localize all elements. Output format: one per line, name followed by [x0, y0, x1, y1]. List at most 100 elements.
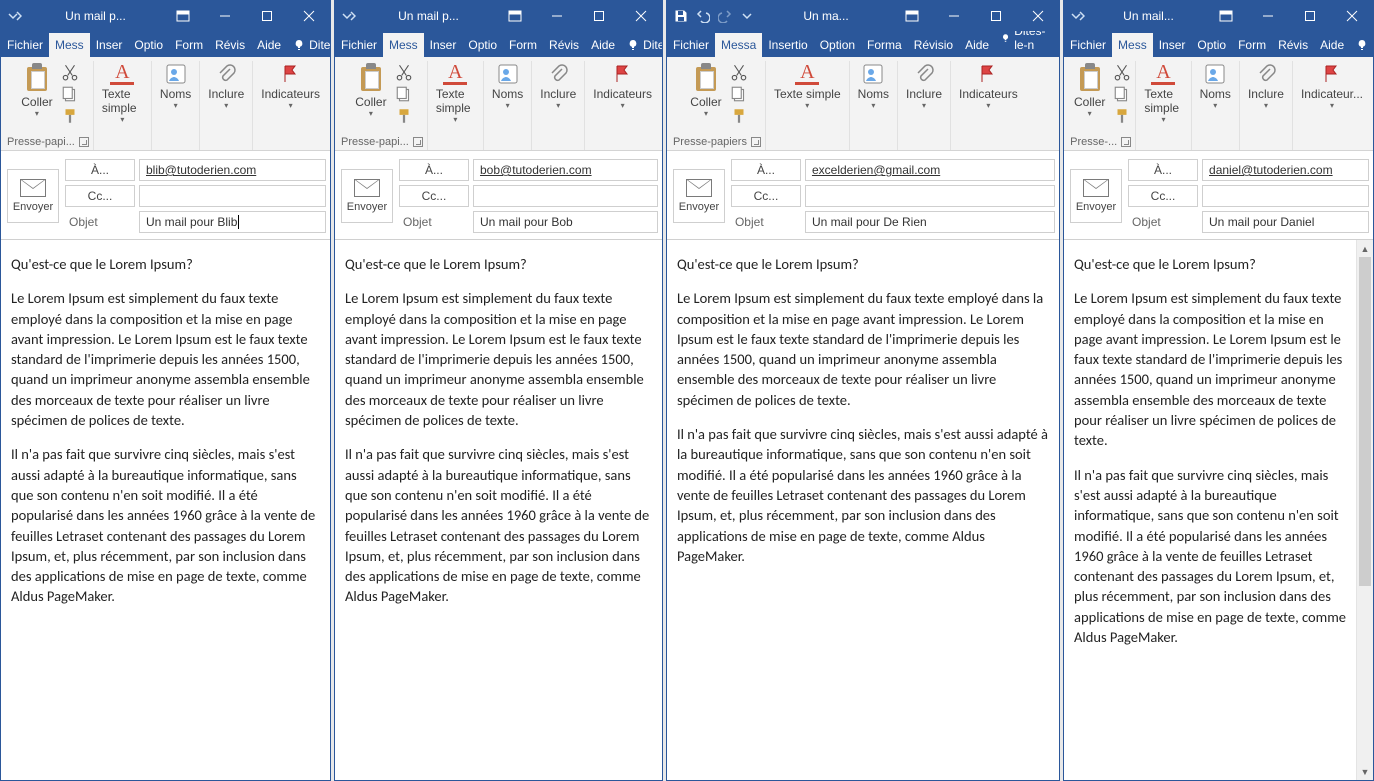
tab-message[interactable]: Mess	[383, 33, 424, 57]
clipboard-launcher[interactable]	[413, 137, 423, 147]
scroll-up-button[interactable]: ▲	[1357, 240, 1373, 257]
redo-icon[interactable]	[717, 8, 733, 24]
tab-fichier[interactable]: Fichier	[1064, 33, 1112, 57]
cut-button[interactable]	[730, 63, 748, 81]
subject-field[interactable]: Un mail pour Bob	[473, 211, 658, 233]
tab-message[interactable]: Mess	[49, 33, 90, 57]
title-bar[interactable]: Un mail p...	[1, 1, 330, 31]
minimize-button[interactable]	[933, 1, 975, 31]
scroll-down-button[interactable]: ▼	[1357, 763, 1373, 780]
tab-revision[interactable]: Révis	[209, 33, 251, 57]
tab-revision[interactable]: Révis	[543, 33, 585, 57]
qat-more-icon[interactable]	[7, 8, 23, 24]
basic-text-button[interactable]: ATexte simple▾	[98, 61, 147, 126]
cc-button[interactable]: Cc...	[65, 185, 135, 207]
tab-insertion[interactable]: Insertio	[762, 33, 813, 57]
tab-format[interactable]: Form	[169, 33, 209, 57]
minimize-button[interactable]	[1247, 1, 1289, 31]
tab-message[interactable]: Mess	[1112, 33, 1153, 57]
title-bar[interactable]: Un mail p...	[335, 1, 662, 31]
maximize-button[interactable]	[1289, 1, 1331, 31]
to-field[interactable]: daniel@tutoderien.com	[1202, 159, 1369, 181]
basic-text-button[interactable]: ATexte simple▾	[432, 61, 479, 126]
to-button[interactable]: À...	[731, 159, 801, 181]
to-button[interactable]: À...	[1128, 159, 1198, 181]
subject-field[interactable]: Un mail pour Daniel	[1202, 211, 1369, 233]
names-button[interactable]: Noms▾	[488, 61, 527, 112]
tab-fichier[interactable]: Fichier	[335, 33, 383, 57]
message-body[interactable]: Qu'est-ce que le Lorem Ipsum? Le Lorem I…	[1, 240, 330, 780]
format-painter-button[interactable]	[730, 107, 748, 125]
message-body[interactable]: Qu'est-ce que le Lorem Ipsum? Le Lorem I…	[335, 240, 662, 780]
cc-field[interactable]	[139, 185, 326, 207]
indicators-button[interactable]: Indicateurs▾	[589, 61, 656, 112]
names-button[interactable]: Noms▾	[156, 61, 195, 112]
ribbon-display-button[interactable]	[494, 1, 536, 31]
format-painter-button[interactable]	[1113, 107, 1131, 125]
to-field[interactable]: bob@tutoderien.com	[473, 159, 658, 181]
include-button[interactable]: Inclure▾	[204, 61, 248, 112]
send-button[interactable]: Envoyer	[673, 169, 725, 223]
tab-options[interactable]: Optio	[1191, 33, 1232, 57]
clipboard-launcher[interactable]	[751, 137, 761, 147]
copy-button[interactable]	[730, 85, 748, 103]
paste-button[interactable]: Coller▾	[686, 61, 725, 120]
indicators-button[interactable]: Indicateurs▾	[955, 61, 1022, 112]
maximize-button[interactable]	[578, 1, 620, 31]
message-body[interactable]: Qu'est-ce que le Lorem Ipsum? Le Lorem I…	[667, 240, 1059, 780]
indicators-button[interactable]: Indicateurs▾	[257, 61, 324, 112]
copy-button[interactable]	[1113, 85, 1131, 103]
qat-more-icon[interactable]	[739, 8, 755, 24]
to-field[interactable]: blib@tutoderien.com	[139, 159, 326, 181]
tell-me[interactable]: Dites-le-n	[995, 31, 1059, 57]
maximize-button[interactable]	[975, 1, 1017, 31]
close-button[interactable]	[288, 1, 330, 31]
cc-field[interactable]	[1202, 185, 1369, 207]
basic-text-button[interactable]: ATexte simple▾	[770, 61, 845, 112]
include-button[interactable]: Inclure▾	[902, 61, 946, 112]
maximize-button[interactable]	[246, 1, 288, 31]
format-painter-button[interactable]	[395, 107, 413, 125]
tab-message[interactable]: Messa	[715, 33, 762, 57]
names-button[interactable]: Noms▾	[854, 61, 893, 112]
clipboard-launcher[interactable]	[1121, 137, 1131, 147]
undo-icon[interactable]	[695, 8, 711, 24]
paste-button[interactable]: Coller▾	[1070, 61, 1109, 120]
tell-me[interactable]: D	[1350, 33, 1373, 57]
tab-fichier[interactable]: Fichier	[1, 33, 49, 57]
cut-button[interactable]	[395, 63, 413, 81]
vertical-scrollbar[interactable]: ▲ ▼	[1356, 240, 1373, 780]
tell-me[interactable]: Dite	[621, 33, 662, 57]
ribbon-display-button[interactable]	[162, 1, 204, 31]
include-button[interactable]: Inclure▾	[536, 61, 580, 112]
cc-field[interactable]	[805, 185, 1055, 207]
tab-aide[interactable]: Aide	[1314, 33, 1350, 57]
title-bar[interactable]: Un ma...	[667, 1, 1059, 31]
tab-insertion[interactable]: Inser	[1153, 33, 1192, 57]
tab-revision[interactable]: Révisio	[908, 33, 959, 57]
cc-button[interactable]: Cc...	[731, 185, 801, 207]
close-button[interactable]	[1331, 1, 1373, 31]
tab-options[interactable]: Optio	[128, 33, 169, 57]
close-button[interactable]	[1017, 1, 1059, 31]
cc-field[interactable]	[473, 185, 658, 207]
paste-button[interactable]: Coller ▾	[17, 61, 56, 120]
format-painter-button[interactable]	[61, 107, 79, 125]
send-button[interactable]: Envoyer	[1070, 169, 1122, 223]
to-field[interactable]: excelderien@gmail.com	[805, 159, 1055, 181]
tab-format[interactable]: Forma	[861, 33, 908, 57]
copy-button[interactable]	[61, 85, 79, 103]
names-button[interactable]: Noms▾	[1196, 61, 1235, 112]
indicators-button[interactable]: Indicateur...▾	[1297, 61, 1367, 112]
save-icon[interactable]	[673, 8, 689, 24]
tab-aide[interactable]: Aide	[585, 33, 621, 57]
tab-format[interactable]: Form	[503, 33, 543, 57]
basic-text-button[interactable]: ATexte simple▾	[1140, 61, 1186, 126]
tab-aide[interactable]: Aide	[959, 33, 995, 57]
to-button[interactable]: À...	[399, 159, 469, 181]
to-button[interactable]: À...	[65, 159, 135, 181]
cc-button[interactable]: Cc...	[399, 185, 469, 207]
scroll-thumb[interactable]	[1359, 257, 1371, 586]
cut-button[interactable]	[61, 63, 79, 81]
clipboard-launcher[interactable]	[79, 137, 89, 147]
